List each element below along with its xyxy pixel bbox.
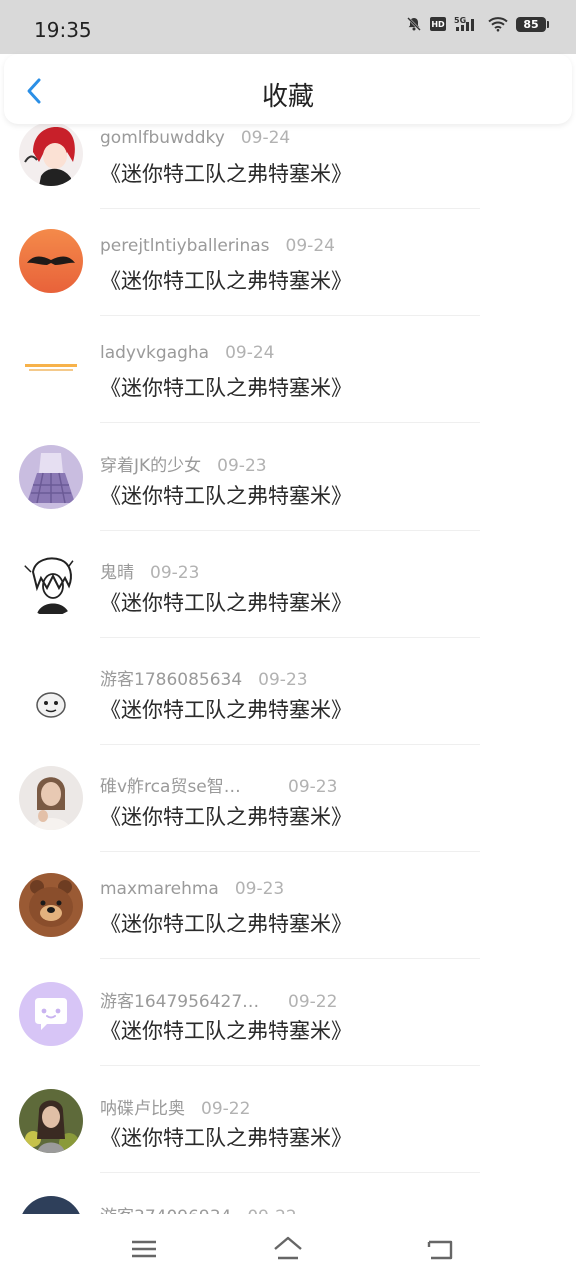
brown-bear-avatar (19, 873, 83, 937)
divider (100, 1065, 480, 1066)
item-date: 09-23 (234, 879, 285, 899)
divider (100, 422, 480, 423)
item-date: 09-24 (285, 236, 335, 256)
svg-text:5G: 5G (454, 16, 466, 25)
back-icon[interactable] (425, 1234, 455, 1264)
list-item[interactable]: 呐碟卢比奥 09-22 《迷你特工队之弗特塞米》 (0, 1087, 576, 1194)
item-date: 09-24 (240, 128, 291, 148)
list-item[interactable]: perejtlntiyballerinas 09-24 《迷你特工队之弗特塞米》 (0, 229, 576, 338)
user-name: 游客1786085634 (100, 670, 243, 690)
list-item[interactable]: 游客374096934 09-22 (0, 1194, 576, 1214)
list-item[interactable]: 碓v舴rca贸se智… 09-23 《迷你特工队之弗特塞米》 (0, 766, 576, 873)
item-date: 09-23 (217, 456, 267, 476)
item-title: 《迷你特工队之弗特塞米》 (100, 376, 352, 400)
user-name: 游客1647956427… (100, 992, 260, 1012)
item-date: 09-23 (150, 563, 200, 583)
item-title: 《迷你特工队之弗特塞米》 (100, 1019, 352, 1043)
divider (100, 208, 480, 209)
mute-icon (406, 16, 422, 32)
item-date: 09-22 (201, 1099, 251, 1119)
system-nav-bar (0, 1214, 576, 1280)
item-title: 《迷你特工队之弗特塞米》 (100, 162, 352, 186)
item-title: 《迷你特工队之弗特塞米》 (100, 912, 352, 936)
chat-bubble-avatar (19, 982, 83, 1046)
favorites-list[interactable]: gomlfbuwddky 09-24 《迷你特工队之弗特塞米》 perejtlnt… (0, 124, 576, 1214)
signal-icon: 5G (454, 16, 480, 32)
status-bar: 19:35 HD 5G 85 (0, 0, 576, 54)
list-item[interactable]: 游客1786085634 09-23 《迷你特工队之弗特塞米》 (0, 659, 576, 766)
woman-photo-avatar (19, 766, 83, 830)
item-title: 《迷你特工队之弗特塞米》 (100, 698, 352, 722)
status-time: 19:35 (34, 18, 92, 42)
user-name: 鬼晴 (100, 563, 134, 583)
divider (100, 851, 480, 852)
jk-skirt-avatar (19, 445, 83, 509)
partial-avatar (19, 1196, 83, 1214)
divider (100, 637, 480, 638)
user-name: gomlfbuwddky (100, 128, 225, 148)
mustache-avatar (19, 229, 83, 293)
hd-icon: HD (430, 17, 446, 31)
user-name: 碓v舴rca贸se智… (100, 777, 241, 797)
item-date: 09-23 (288, 777, 338, 797)
item-date: 09-22 (247, 1207, 296, 1214)
wifi-icon (488, 16, 508, 32)
list-item[interactable]: gomlfbuwddky 09-24 《迷你特工队之弗特塞米》 (0, 124, 576, 231)
user-name: 穿着JK的少女 (100, 456, 202, 476)
list-item[interactable]: 鬼晴 09-23 《迷你特工队之弗特塞米》 (0, 552, 576, 659)
battery-icon: 85 (516, 16, 549, 32)
item-title: 《迷你特工队之弗特塞米》 (100, 805, 352, 829)
divider (100, 530, 480, 531)
item-title: 《迷你特工队之弗特塞米》 (100, 269, 352, 293)
list-item[interactable]: 穿着JK的少女 09-23 《迷你特工队之弗特塞米》 (0, 445, 576, 552)
item-title: 《迷你特工队之弗特塞米》 (100, 1126, 352, 1150)
header-bar: 收藏 (4, 54, 572, 124)
divider (100, 744, 480, 745)
menu-icon[interactable] (129, 1234, 159, 1264)
item-date: 09-22 (288, 992, 338, 1012)
list-item[interactable]: 游客1647956427… 09-22 《迷你特工队之弗特塞米》 (0, 980, 576, 1087)
home-icon[interactable] (272, 1234, 302, 1264)
watermark-logo-avatar (19, 336, 83, 400)
user-name: 呐碟卢比奥 (100, 1099, 185, 1119)
divider (100, 1172, 480, 1173)
divider (100, 958, 480, 959)
red-hair-anime-avatar (19, 124, 83, 186)
item-date: 09-24 (225, 343, 275, 363)
item-date: 09-23 (258, 670, 308, 690)
page-title: 收藏 (261, 82, 314, 112)
user-name: 游客374096934 (100, 1202, 231, 1214)
list-item[interactable]: ladyvkgagha 09-24 《迷你特工队之弗特塞米》 (0, 336, 576, 445)
divider (100, 315, 480, 316)
sketch-anime-avatar (19, 552, 83, 616)
girl-photo-avatar (19, 1089, 83, 1153)
user-name: perejtlntiyballerinas (100, 236, 270, 256)
list-item[interactable]: maxmarehma 09-23 《迷你特工队之弗特塞米》 (0, 873, 576, 980)
meme-face-avatar (19, 659, 83, 723)
item-title: 《迷你特工队之弗特塞米》 (100, 591, 352, 615)
user-name: ladyvkgagha (100, 343, 210, 363)
user-name: maxmarehma (100, 879, 219, 899)
item-title: 《迷你特工队之弗特塞米》 (100, 484, 352, 508)
status-icons: HD 5G 85 (406, 16, 549, 32)
